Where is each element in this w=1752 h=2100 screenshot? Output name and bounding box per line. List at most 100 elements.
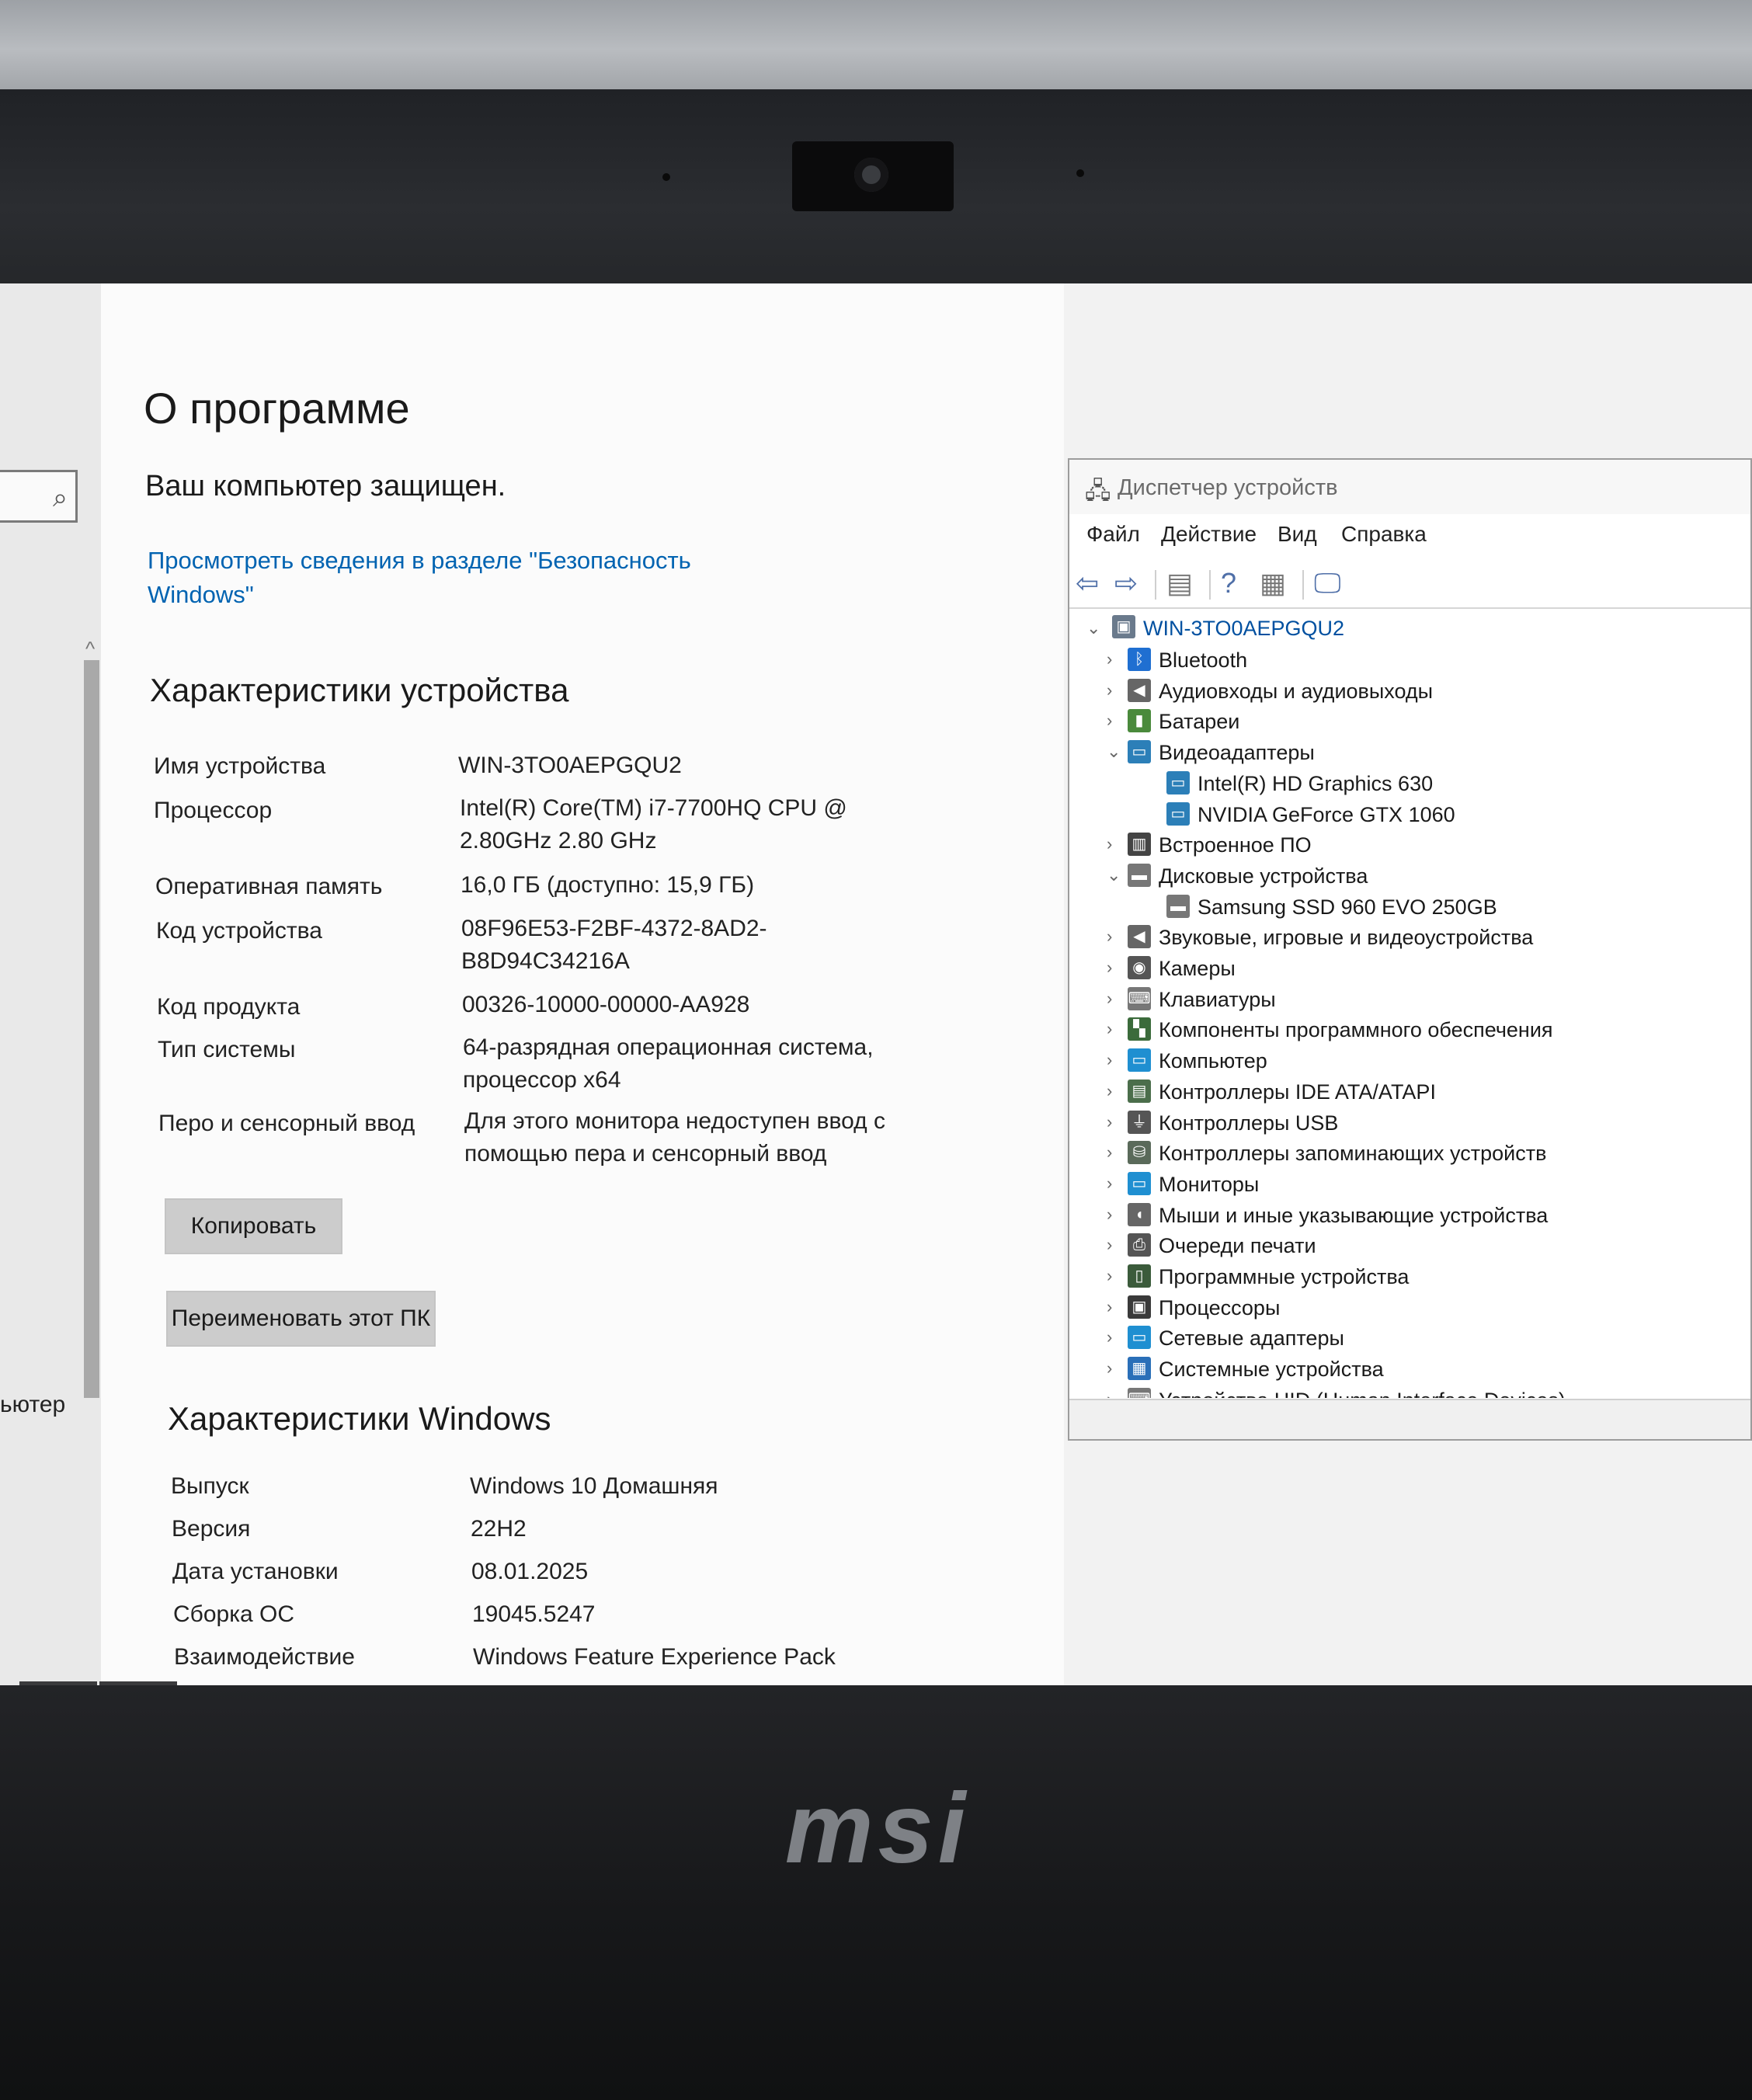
screen: ⌕ ^ ьютер О программе Ваш компьютер защи…	[0, 283, 1752, 1685]
chevron-down-icon[interactable]: ⌄	[1107, 742, 1121, 762]
spec-value: 08.01.2025	[471, 1559, 589, 1584]
tree-item-label: Программные устройства	[1159, 1265, 1410, 1288]
monitor-icon: ▭	[1128, 1048, 1151, 1073]
device-manager-titlebar[interactable]: 🖧 Диспетчер устройств	[1069, 460, 1750, 514]
tree-item-label: Мониторы	[1159, 1172, 1260, 1196]
spec-label: Код устройства	[156, 918, 322, 944]
firmware-icon: ▥	[1128, 833, 1151, 857]
camera-icon: ◉	[1128, 956, 1151, 979]
printer-icon: ⎙	[1128, 1233, 1151, 1257]
chevron-right-icon[interactable]: ›	[1107, 1112, 1112, 1132]
toolbar-separator	[1209, 570, 1211, 600]
device-manager-window[interactable]: 🖧 Диспетчер устройств Файл Действие Вид …	[1068, 458, 1752, 1441]
spec-value: 64-разрядная операционная система, проце…	[463, 1034, 874, 1093]
scan-hardware-icon[interactable]: 🖵	[1314, 567, 1341, 600]
chevron-right-icon[interactable]: ›	[1107, 834, 1112, 854]
menu-file[interactable]: Файл	[1086, 522, 1140, 547]
device-specs-heading: Характеристики устройства	[150, 672, 569, 708]
tree-item-label: Компоненты программного обеспечения	[1159, 1018, 1553, 1042]
spec-label: Оперативная память	[155, 874, 383, 899]
spec-value: 16,0 ГБ (доступно: 15,9 ГБ)	[461, 872, 755, 898]
chevron-right-icon[interactable]: ›	[1107, 1297, 1112, 1317]
keyboard-icon: ⌨	[1128, 986, 1151, 1010]
search-input[interactable]: ⌕	[0, 470, 78, 523]
ide-controller-icon: ▤	[1128, 1079, 1151, 1103]
tree-item-label: Samsung SSD 960 EVO 250GB	[1198, 895, 1497, 919]
microphone-hole	[662, 173, 670, 181]
chevron-right-icon[interactable]: ›	[1107, 1019, 1112, 1039]
tree-item-label: Процессоры	[1159, 1295, 1281, 1319]
properties-icon[interactable]: ▤	[1166, 567, 1193, 600]
chevron-right-icon[interactable]: ›	[1107, 989, 1112, 1009]
chevron-right-icon[interactable]: ›	[1107, 1389, 1112, 1398]
spec-label: Код продукта	[157, 994, 301, 1020]
about-page: О программе Ваш компьютер защищен. Просм…	[101, 283, 1064, 1685]
tree-item-label: Аудиовходы и аудиовыходы	[1159, 679, 1434, 703]
chevron-right-icon[interactable]: ›	[1107, 1235, 1112, 1255]
toolbar: ⇦ ⇨ ▤ ? ▦ 🖵	[1069, 561, 1750, 609]
spec-label: Процессор	[154, 798, 273, 823]
windows-specs-heading: Характеристики Windows	[168, 1400, 551, 1437]
toolbar-separator	[1302, 570, 1304, 600]
network-icon: ▭	[1128, 1326, 1151, 1350]
chevron-right-icon[interactable]: ›	[1107, 1327, 1112, 1347]
tree-item-label: Батареи	[1159, 710, 1240, 734]
spec-label: Тип системы	[158, 1037, 296, 1062]
spec-value: 22H2	[471, 1516, 527, 1542]
battery-icon: ▮	[1128, 709, 1151, 733]
help-icon[interactable]: ?	[1221, 567, 1236, 600]
back-arrow-icon[interactable]: ⇦	[1076, 567, 1099, 600]
spec-value: Для этого монитора недоступен ввод с пом…	[464, 1108, 885, 1166]
spec-label: Дата установки	[172, 1559, 339, 1584]
tree-item-label: Контроллеры IDE ATA/ATAPI	[1159, 1080, 1436, 1104]
chevron-right-icon[interactable]: ›	[1107, 680, 1112, 701]
chevron-right-icon[interactable]: ›	[1107, 1142, 1112, 1163]
device-manager-icon: 🖧	[1085, 478, 1111, 504]
copy-button[interactable]: Копировать	[165, 1198, 342, 1254]
speaker-icon: ◀	[1128, 678, 1151, 702]
monitor-icon: ▭	[1128, 1171, 1151, 1195]
chevron-right-icon[interactable]: ›	[1107, 1081, 1112, 1101]
tree-item-label: Сетевые адаптеры	[1159, 1326, 1344, 1351]
security-link[interactable]: Просмотреть сведения в разделе "Безопасн…	[148, 544, 738, 612]
chevron-right-icon[interactable]: ›	[1107, 711, 1112, 731]
spec-value: 19045.5247	[472, 1601, 596, 1627]
chevron-right-icon[interactable]: ›	[1107, 1173, 1112, 1194]
device-tree[interactable]: ⌄ ▣ WIN-3TO0AEPGQU2 › ᛒ Bluetooth › ◀ Аудиовх…	[1077, 614, 1745, 1398]
menu-view[interactable]: Вид	[1278, 522, 1317, 547]
spec-value: 08F96E53-F2BF-4372-8AD2-B8D94C34216A	[461, 916, 767, 974]
search-icon: ⌕	[52, 483, 68, 513]
chevron-down-icon[interactable]: ⌄	[1107, 865, 1121, 885]
scroll-up-arrow-icon[interactable]: ^	[85, 637, 95, 661]
menu-bar: Файл Действие Вид Справка	[1069, 522, 1750, 556]
speaker-icon: ◀	[1128, 925, 1151, 949]
computer-icon: ▣	[1112, 615, 1135, 638]
tree-item-label: Bluetooth	[1159, 648, 1248, 672]
chevron-right-icon[interactable]: ›	[1107, 1266, 1112, 1286]
spec-label: Имя устройства	[154, 753, 326, 779]
chevron-right-icon[interactable]: ›	[1107, 1205, 1112, 1225]
laptop-bottom-bezel	[0, 1685, 1752, 2100]
menu-help[interactable]: Справка	[1341, 522, 1427, 547]
rename-pc-button[interactable]: Переименовать этот ПК	[166, 1291, 436, 1347]
bluetooth-icon: ᛒ	[1128, 648, 1151, 671]
tree-item-label: Камеры	[1159, 957, 1236, 980]
chevron-down-icon[interactable]: ⌄	[1086, 618, 1100, 638]
chevron-right-icon[interactable]: ›	[1107, 927, 1112, 947]
chevron-right-icon[interactable]: ›	[1107, 958, 1112, 978]
menu-action[interactable]: Действие	[1161, 522, 1257, 547]
toolbar-separator	[1155, 570, 1156, 600]
webcam-lens-icon	[854, 158, 888, 192]
nav-scrollbar-thumb[interactable]	[84, 660, 99, 1398]
nav-item-label[interactable]: ьютер	[0, 1392, 65, 1418]
chevron-right-icon[interactable]: ›	[1107, 1358, 1112, 1379]
forward-arrow-icon[interactable]: ⇨	[1114, 567, 1138, 600]
tree-item-label: NVIDIA GeForce GTX 1060	[1198, 802, 1455, 826]
usb-icon: ⏚	[1128, 1110, 1151, 1134]
spec-label: Сборка ОС	[173, 1601, 295, 1627]
tree-item-label: Системные устройства	[1159, 1358, 1384, 1382]
chevron-right-icon[interactable]: ›	[1107, 1050, 1112, 1070]
chevron-right-icon[interactable]: ›	[1107, 649, 1112, 669]
view-icon[interactable]: ▦	[1260, 567, 1286, 600]
msi-logo: msi	[784, 1773, 971, 1884]
